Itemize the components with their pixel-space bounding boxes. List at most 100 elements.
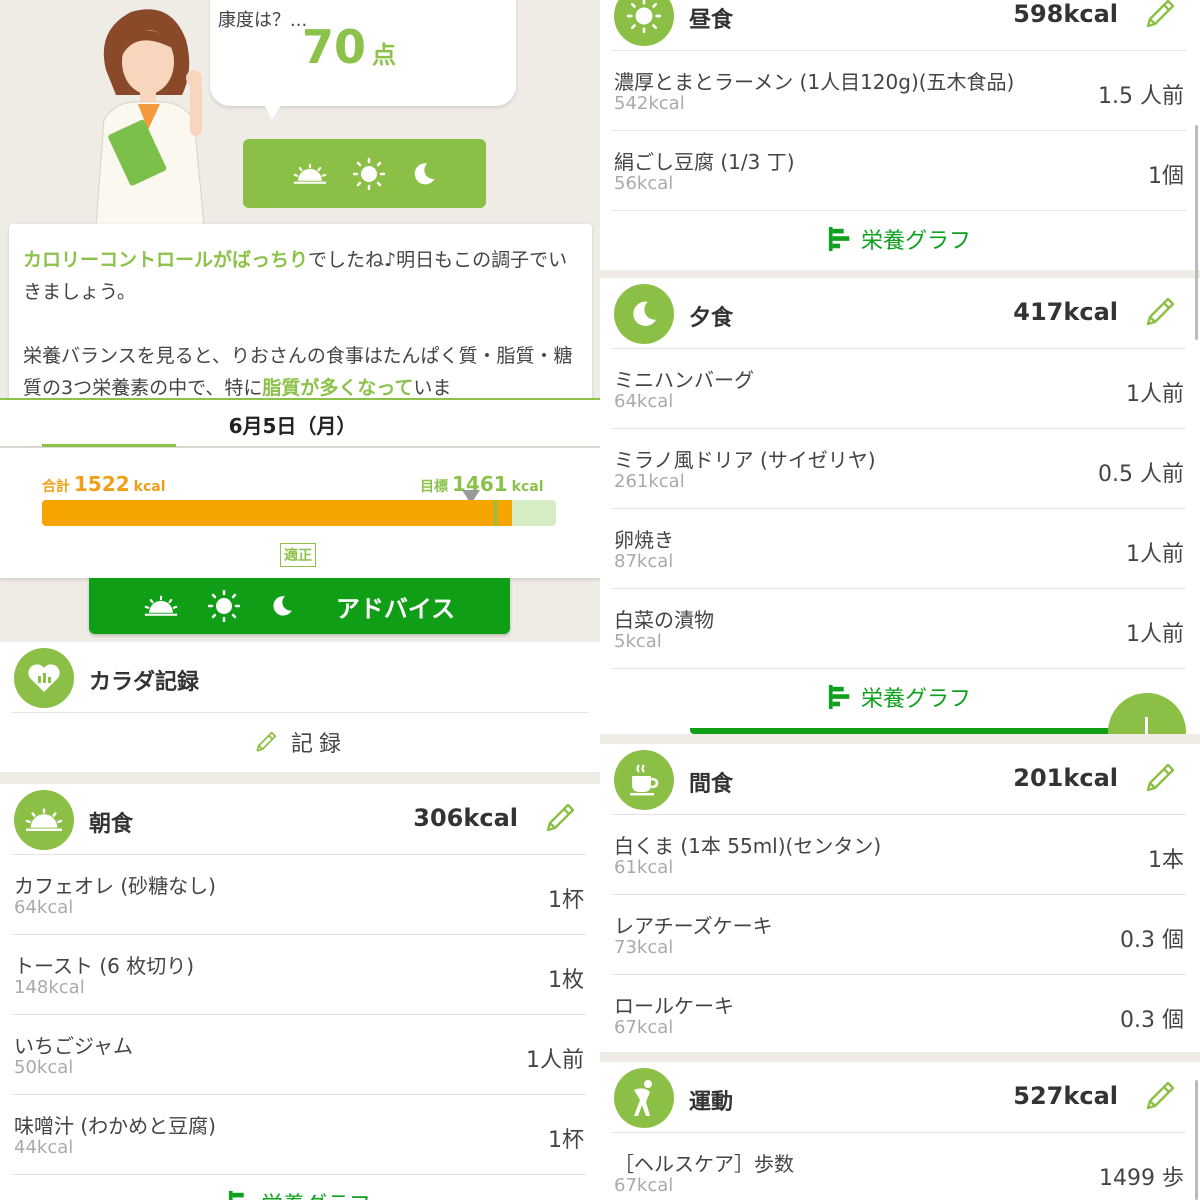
total-unit: kcal [133, 479, 166, 495]
food-name: 白くま (1本 55ml)(センタン) [614, 834, 882, 858]
food-kcal: 56kcal [614, 173, 674, 194]
record-button-label: 記録 [290, 731, 347, 757]
moon-icon-glyph [629, 299, 659, 329]
food-kcal: 542kcal [614, 93, 685, 114]
food-row[interactable]: 卵焼き 87kcal 1人前 [612, 508, 1186, 588]
food-amount: 1人前 [526, 1048, 584, 1073]
food-amount: 1人前 [1126, 622, 1184, 647]
food-amount: 1杯 [548, 1128, 584, 1153]
dinner-title: 夕食 [689, 306, 734, 331]
dinner-kcal: 417kcal [1013, 298, 1118, 326]
date-header: 6月5日（月） [0, 398, 600, 447]
breakfast-title: 朝食 [89, 812, 134, 837]
sun-icon [353, 158, 385, 190]
snack-kcal: 201kcal [1013, 764, 1118, 792]
lunch-section: 昼食 598kcal 濃厚とまとラーメン (1人目120g)(五木食品) 542k… [600, 0, 1200, 270]
food-row[interactable]: 白くま (1本 55ml)(センタン) 61kcal 1本 [612, 814, 1186, 894]
food-amount: 1個 [1148, 164, 1184, 189]
food-name: 味噌汁 (わかめと豆腐) [14, 1114, 216, 1138]
breakfast-header: 朝食 306kcal [0, 784, 600, 854]
food-amount: 1人前 [1126, 542, 1184, 567]
food-kcal: 44kcal [14, 1137, 74, 1158]
meal-advice-toggle-button[interactable] [243, 139, 486, 208]
moon-icon [270, 594, 294, 618]
food-name: 白菜の漬物 [614, 608, 714, 632]
pencil-icon[interactable] [1142, 294, 1178, 330]
food-kcal: 67kcal [614, 1017, 674, 1038]
food-row[interactable]: 絹ごし豆腐 (1/3 丁) 56kcal 1個 [612, 130, 1186, 210]
total-label: 合計 [42, 479, 70, 495]
nutrition-graph-label: 栄養グラフ [860, 228, 971, 254]
food-row[interactable]: レアチーズケーキ 73kcal 0.3 個 [612, 894, 1186, 974]
total-value: 1522 [74, 472, 130, 496]
food-amount: 1枚 [548, 968, 584, 993]
speech-bubble-tail [262, 100, 284, 120]
food-row[interactable]: ロールケーキ 67kcal 0.3 個 [612, 974, 1186, 1054]
nutrition-graph-label: 栄養グラフ [261, 1187, 371, 1200]
food-name: 絹ごし豆腐 (1/3 丁) [614, 150, 795, 174]
food-kcal: 261kcal [614, 471, 685, 492]
food-kcal: 61kcal [614, 857, 674, 878]
exercise-list: ［ヘルスケア］歩数 67kcal 1499 歩 [612, 1132, 1186, 1200]
coffee-cup-icon-glyph [630, 764, 659, 796]
advice-text-3: いま [413, 377, 452, 399]
food-row[interactable]: 白菜の漬物 5kcal 1人前 [612, 588, 1186, 668]
advice-button[interactable]: アドバイス [89, 578, 510, 634]
pencil-icon[interactable] [1142, 760, 1178, 796]
food-name: ミニハンバーグ [614, 368, 754, 392]
status-badge: 適正 [280, 543, 316, 567]
date-label: 6月5日（月） [228, 414, 357, 438]
exercise-row[interactable]: ［ヘルスケア］歩数 67kcal 1499 歩 [612, 1132, 1186, 1200]
food-amount: 0.5 人前 [1098, 462, 1184, 487]
scrollbar[interactable] [1195, 1080, 1198, 1200]
pencil-icon[interactable] [1142, 1078, 1178, 1114]
sunrise-icon-glyph [25, 808, 63, 832]
food-row[interactable]: トースト (6 枚切り) 148kcal 1枚 [12, 934, 586, 1014]
food-row[interactable]: ミラノ風ドリア (サイゼリヤ) 261kcal 0.5 人前 [612, 428, 1186, 508]
food-row[interactable]: いちごジャム 50kcal 1人前 [12, 1014, 586, 1094]
target-calories: 目標 1461 kcal [420, 472, 544, 496]
food-row[interactable]: 濃厚とまとラーメン (1人目120g)(五木食品) 542kcal 1.5 人前 [612, 50, 1186, 130]
advice-message-card: カロリーコントロールがばっちりでしたね♪明日もこの調子でいきましょう。 栄養バラ… [9, 224, 592, 424]
target-label: 目標 [420, 479, 448, 495]
food-amount: 1本 [1148, 848, 1184, 873]
advice-highlight-calorie: カロリーコントロールがばっちり [23, 249, 309, 271]
left-screen: 康度は？... 70 点 カロリーコントロールがばっちりでしたね♪明日もこの調子で… [0, 0, 600, 1200]
nutrition-graph-link[interactable]: 栄養グラフ [612, 210, 1186, 266]
exercise-section: 運動 527kcal ［ヘルスケア］歩数 67kcal 1499 歩 [600, 1062, 1200, 1200]
bar-graph-icon [227, 1190, 253, 1200]
nutrition-graph-link[interactable]: 栄養グラフ [12, 1174, 586, 1200]
dinner-section: 夕食 417kcal ミニハンバーグ 64kcal 1人前 ミラノ風ドリア (サイゼ… [600, 278, 1200, 728]
health-score: 70 点 [302, 20, 396, 74]
snack-title: 間食 [689, 772, 734, 797]
right-screen: 昼食 598kcal 濃厚とまとラーメン (1人目120g)(五木食品) 542k… [600, 0, 1200, 1200]
food-name: ロールケーキ [614, 994, 734, 1018]
food-name: カフェオレ (砂糖なし) [14, 874, 216, 898]
record-button[interactable]: 記録 [12, 712, 588, 770]
body-record-section: カラダ記録 記録 [0, 642, 600, 772]
pencil-icon[interactable] [1142, 0, 1178, 32]
food-kcal: 5kcal [614, 631, 662, 652]
food-row[interactable]: ミニハンバーグ 64kcal 1人前 [612, 348, 1186, 428]
lunch-kcal: 598kcal [1013, 0, 1118, 28]
snack-list: 白くま (1本 55ml)(センタン) 61kcal 1本 レアチーズケーキ 73kc… [612, 814, 1186, 1054]
snack-section: 間食 201kcal 白くま (1本 55ml)(センタン) 61kcal 1本 レ… [600, 744, 1200, 1054]
food-row[interactable]: カフェオレ (砂糖なし) 64kcal 1杯 [12, 854, 586, 934]
nutrition-graph-link[interactable]: 栄養グラフ [612, 668, 1186, 724]
food-row[interactable]: 味噌汁 (わかめと豆腐) 44kcal 1杯 [12, 1094, 586, 1174]
stretch-person-icon [614, 1068, 674, 1128]
advisor-character-illustration [95, 9, 205, 225]
food-name: 卵焼き [614, 528, 674, 552]
sun-icon-glyph [627, 0, 661, 33]
food-amount: 1杯 [548, 888, 584, 913]
calorie-target-marker [494, 500, 497, 526]
heart-chart-icon [14, 648, 74, 708]
dinner-list: ミニハンバーグ 64kcal 1人前 ミラノ風ドリア (サイゼリヤ) 261kcal 0… [612, 348, 1186, 724]
lunch-title: 昼食 [689, 8, 734, 33]
advice-highlight-fat: 脂質が多くなって [262, 377, 414, 399]
breakfast-kcal: 306kcal [413, 804, 518, 832]
pencil-icon[interactable] [542, 800, 578, 836]
score-value: 70 [302, 20, 367, 74]
scrollbar[interactable] [1195, 125, 1198, 340]
breakfast-list: カフェオレ (砂糖なし) 64kcal 1杯 トースト (6 枚切り) 148kcal… [12, 854, 586, 1200]
